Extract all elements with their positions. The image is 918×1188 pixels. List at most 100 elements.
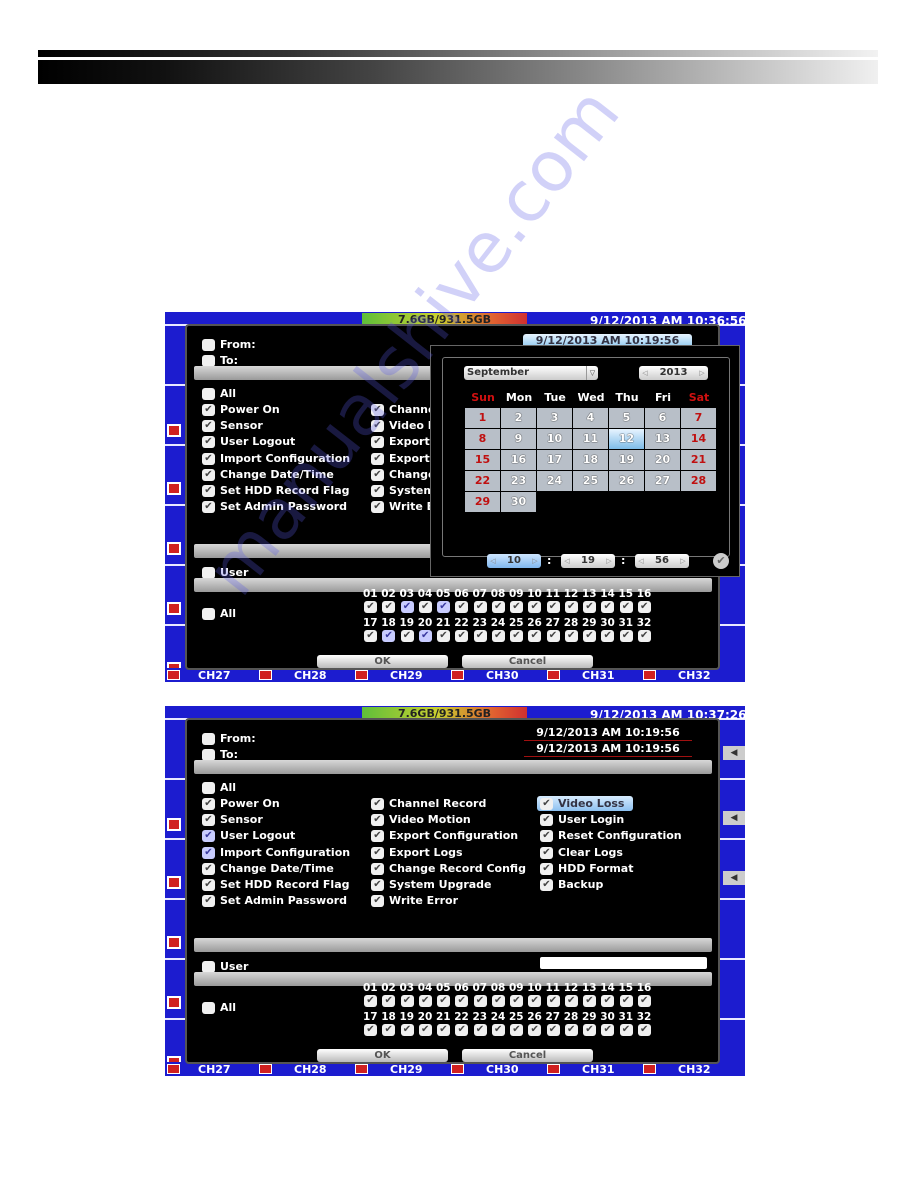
channel-checkbox[interactable]: ✔ (546, 630, 560, 642)
calendar-day[interactable]: 24 (537, 471, 572, 491)
event-checkbox[interactable]: ✔ (202, 501, 215, 514)
ok-button[interactable]: OK (317, 655, 448, 668)
increment-icon[interactable]: ▷ (604, 554, 614, 568)
calendar-day[interactable]: 7 (681, 408, 716, 428)
channel-checkbox[interactable]: ✔ (601, 1024, 615, 1036)
event-checkbox[interactable]: ✔ (202, 862, 215, 875)
hour-spinner[interactable]: ◁ 10 ▷ (487, 554, 541, 568)
channel-checkbox[interactable]: ✔ (418, 1024, 432, 1036)
channel-checkbox[interactable]: ✔ (364, 601, 377, 613)
calendar-day[interactable]: 5 (609, 408, 644, 428)
channel-checkbox[interactable]: ✔ (637, 1024, 651, 1036)
channel-checkbox[interactable]: ✔ (510, 995, 523, 1007)
event-checkbox[interactable]: ✔ (540, 846, 553, 859)
event-checkbox[interactable]: ✔ (371, 485, 384, 497)
channel-checkbox[interactable]: ✔ (637, 601, 651, 613)
channel-checkbox[interactable]: ✔ (528, 1024, 542, 1036)
calendar-day[interactable]: 22 (465, 471, 500, 491)
channel-checkbox[interactable]: ✔ (564, 995, 578, 1007)
event-checkbox[interactable]: ✔ (371, 798, 384, 810)
channel-checkbox[interactable]: ✔ (382, 630, 396, 642)
event-checkbox[interactable]: ✔ (540, 879, 553, 891)
channel-checkbox[interactable]: ✔ (437, 630, 450, 642)
channel-checkbox[interactable]: ✔ (473, 1024, 487, 1036)
event-checkbox[interactable]: ✔ (202, 879, 215, 891)
channel-checkbox[interactable]: ✔ (564, 601, 578, 613)
channel-checkbox[interactable]: ✔ (437, 995, 450, 1007)
channel-checkbox[interactable]: ✔ (583, 1024, 596, 1036)
channel-checkbox[interactable]: ✔ (382, 601, 396, 613)
channel-checkbox[interactable]: ✔ (583, 601, 596, 613)
calendar-day[interactable]: 3 (537, 408, 572, 428)
calendar-day[interactable]: 25 (573, 471, 608, 491)
channel-checkbox[interactable]: ✔ (619, 995, 633, 1007)
second-spinner[interactable]: ◁ 56 ▷ (635, 554, 689, 568)
from-checkbox[interactable] (202, 339, 215, 351)
channel-checkbox[interactable]: ✔ (382, 1024, 396, 1036)
calendar-day[interactable]: 18 (573, 450, 608, 470)
calendar-day[interactable]: 15 (465, 450, 500, 470)
channel-checkbox[interactable]: ✔ (400, 601, 414, 613)
channel-checkbox[interactable]: ✔ (418, 995, 432, 1007)
channel-checkbox[interactable]: ✔ (619, 1024, 633, 1036)
calendar-day[interactable]: 6 (645, 408, 680, 428)
all-events-checkbox[interactable] (202, 388, 215, 400)
channel-checkbox[interactable]: ✔ (637, 630, 651, 642)
channel-checkbox[interactable]: ✔ (455, 630, 469, 642)
event-checkbox[interactable]: ✔ (202, 798, 215, 810)
minute-spinner[interactable]: ◁ 19 ▷ (561, 554, 615, 568)
decrement-icon[interactable]: ◁ (562, 554, 572, 568)
calendar-day[interactable]: 20 (645, 450, 680, 470)
ok-button[interactable]: OK (317, 1049, 448, 1062)
channel-checkbox[interactable]: ✔ (637, 995, 651, 1007)
calendar-day[interactable]: 17 (537, 450, 572, 470)
decrement-icon[interactable]: ◁ (488, 554, 498, 568)
channel-checkbox[interactable]: ✔ (528, 995, 542, 1007)
chevron-down-icon[interactable]: ▽ (586, 366, 598, 380)
calendar-day[interactable]: 8 (465, 429, 500, 449)
channel-checkbox[interactable]: ✔ (400, 1024, 414, 1036)
channel-checkbox[interactable]: ✔ (491, 601, 505, 613)
channel-checkbox[interactable]: ✔ (437, 1024, 450, 1036)
from-date-field[interactable]: 9/12/2013 AM 10:19:56 (524, 726, 692, 741)
calendar-day[interactable]: 14 (681, 429, 716, 449)
calendar-day[interactable]: 1 (465, 408, 500, 428)
channel-checkbox[interactable]: ✔ (418, 601, 432, 613)
speaker-arrow-button[interactable]: ◀ (723, 871, 745, 885)
event-checkbox[interactable]: ✔ (540, 830, 553, 843)
event-checkbox[interactable]: ✔ (371, 436, 384, 449)
event-checkbox[interactable]: ✔ (371, 846, 384, 859)
channel-checkbox[interactable]: ✔ (400, 995, 414, 1007)
channel-checkbox[interactable]: ✔ (619, 601, 633, 613)
channel-checkbox[interactable]: ✔ (546, 995, 560, 1007)
from-checkbox[interactable] (202, 733, 215, 745)
calendar-day[interactable]: 11 (573, 429, 608, 449)
to-date-field[interactable]: 9/12/2013 AM 10:19:56 (524, 742, 692, 757)
year-spinner[interactable]: ◁ 2013 ▷ (639, 366, 708, 380)
channel-checkbox[interactable]: ✔ (601, 995, 615, 1007)
event-checkbox[interactable]: ✔ (202, 420, 215, 433)
event-checkbox[interactable]: ✔ (202, 485, 215, 497)
calendar-day[interactable]: 13 (645, 429, 680, 449)
event-checkbox[interactable]: ✔ (371, 895, 384, 908)
event-checkbox[interactable]: ✔ (202, 468, 215, 481)
event-checkbox[interactable]: ✔ (371, 501, 384, 514)
event-checkbox[interactable]: ✔ (371, 452, 384, 465)
channel-checkbox[interactable]: ✔ (510, 1024, 523, 1036)
event-checkbox[interactable]: ✔ (540, 814, 553, 827)
event-checkbox[interactable]: ✔ (202, 846, 215, 859)
event-checkbox[interactable]: ✔ (371, 814, 384, 827)
event-checkbox[interactable]: ✔ (371, 879, 384, 891)
channel-checkbox[interactable]: ✔ (564, 1024, 578, 1036)
channel-checkbox[interactable]: ✔ (437, 601, 450, 613)
event-checkbox[interactable]: ✔ (202, 452, 215, 465)
channel-checkbox[interactable]: ✔ (491, 630, 505, 642)
event-checkbox[interactable]: ✔ (540, 798, 553, 810)
channel-checkbox[interactable]: ✔ (510, 601, 523, 613)
all-events-checkbox[interactable] (202, 782, 215, 794)
calendar-day[interactable]: 19 (609, 450, 644, 470)
increment-icon[interactable]: ▷ (530, 554, 540, 568)
calendar-day[interactable]: 16 (501, 450, 536, 470)
calendar-day[interactable]: 28 (681, 471, 716, 491)
channel-checkbox[interactable]: ✔ (583, 630, 596, 642)
